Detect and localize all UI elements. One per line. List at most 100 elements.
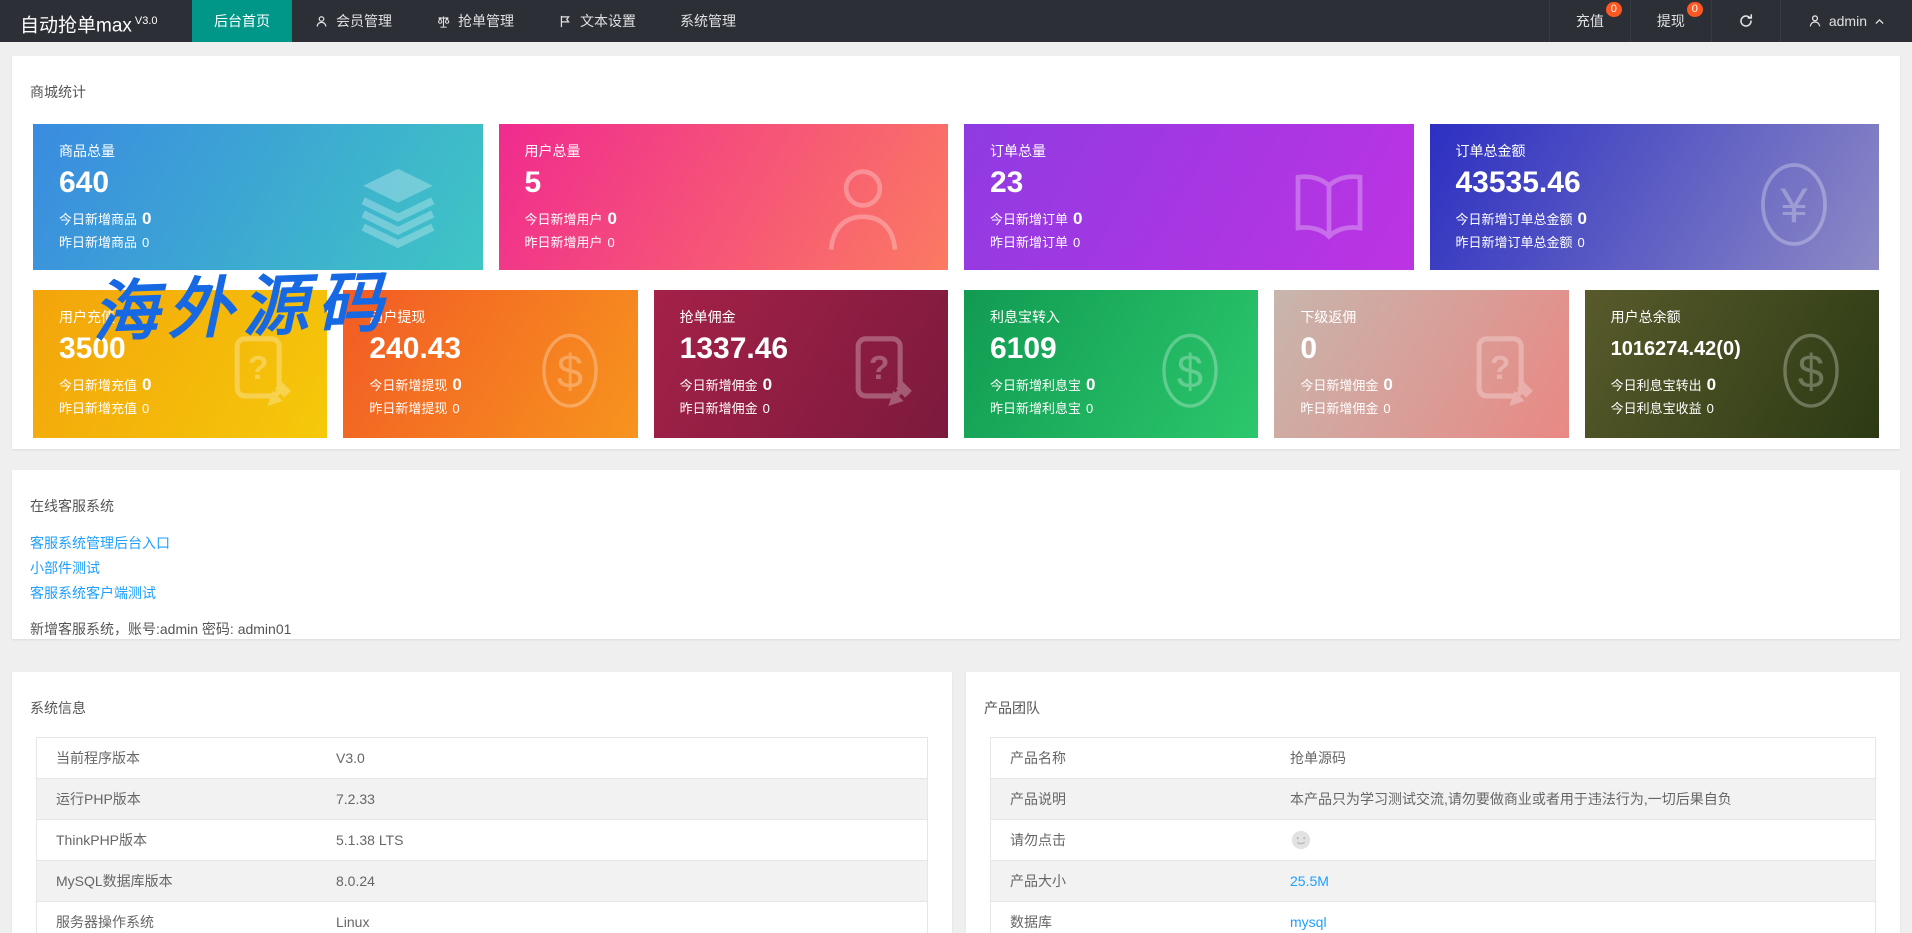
info-label: 运行PHP版本	[56, 791, 141, 807]
stat-card-today-label: 今日新增订单	[990, 212, 1069, 227]
stat-card-yesterday-label: 今日利息宝收益	[1610, 401, 1702, 416]
service-link[interactable]: 小部件测试	[30, 556, 1900, 581]
stat-card-yesterday-line: 昨日新增利息宝 0	[990, 397, 1258, 420]
service-note: 新增客服系统，账号:admin 密码: admin01	[30, 621, 292, 637]
info-value: V3.0	[336, 750, 365, 766]
stat-card-yesterday-value: 0	[1706, 401, 1714, 416]
stat-card-yesterday-label: 昨日新增利息宝	[989, 401, 1081, 416]
stat-card-label: 商品总量	[59, 143, 115, 159]
info-label: 服务器操作系统	[56, 914, 154, 930]
stats-cards-row2: 用户充值 3500 今日新增充值 0 昨日新增充值 0 ? 用户提现 240.43 …	[12, 290, 1900, 438]
info-value: mysql	[1271, 902, 1876, 933]
stat-card-today-label: 今日新增利息宝	[989, 378, 1081, 393]
stat-card-today-label: 今日新增用户	[524, 212, 603, 227]
withdraw-button[interactable]: 提现 0	[1629, 0, 1711, 42]
stat-card-today-value: 0	[452, 375, 462, 394]
stat-card-yesterday-line: 昨日新增用户 0	[525, 231, 949, 254]
stat-card-value: 3500	[59, 332, 126, 365]
service-links: 客服系统管理后台入口 小部件测试 客服系统客户端测试	[12, 516, 1900, 606]
menu-item-text-settings[interactable]: 文本设置	[536, 0, 658, 42]
stat-card-value: 23	[990, 166, 1024, 199]
stat-card-yesterday-line: 昨日新增佣金 0	[1300, 397, 1568, 420]
stat-card-today-value: 0	[1073, 209, 1083, 228]
info-value: 8.0.24	[336, 873, 375, 889]
page: 自动抢单max V3.0 后台首页 会员管理 抢单管理 文本设置 系统管理 充值 0 提现 0 …	[0, 0, 1912, 933]
refresh-button[interactable]	[1710, 0, 1780, 42]
recharge-label: 充值	[1575, 13, 1604, 29]
recharge-badge: 0	[1605, 2, 1622, 17]
stat-card-yesterday-line: 昨日新增佣金 0	[680, 397, 948, 420]
stat-card: 订单总金额 43535.46 今日新增订单总金额 0 昨日新增订单总金额 0 ¥	[1429, 124, 1880, 270]
stat-card-yesterday-label: 昨日新增用户	[524, 235, 603, 250]
info-value-link[interactable]: mysql	[1290, 914, 1327, 930]
stat-card-label: 抢单佣金	[679, 309, 736, 325]
info-value-link[interactable]: 25.5M	[1290, 873, 1329, 889]
stat-card-value: 240.43	[369, 332, 462, 365]
service-panel: 在线客服系统 客服系统管理后台入口 小部件测试 客服系统客户端测试 新增客服系统，账…	[12, 470, 1900, 639]
stat-card-today-line: 今日新增订单 0	[990, 207, 1414, 231]
stat-card-yesterday-value: 0	[1073, 235, 1081, 250]
stat-card-today-value: 0	[1086, 375, 1096, 394]
stat-card-today-line: 今日新增利息宝 0	[990, 373, 1258, 397]
stat-card-yesterday-value: 0	[142, 235, 150, 250]
info-value: 25.5M	[1271, 861, 1876, 902]
menu-item-order-manage[interactable]: 抢单管理	[414, 0, 536, 42]
stat-card-today-value: 0	[142, 209, 152, 228]
stat-card-yesterday-line: 今日利息宝收益 0	[1611, 397, 1879, 420]
stat-card-yesterday-label: 昨日新增订单	[990, 235, 1069, 250]
stat-card-body: 利息宝转入 6109 今日新增利息宝 0 昨日新增利息宝 0	[964, 290, 1258, 420]
stat-card-body: 订单总量 23 今日新增订单 0 昨日新增订单 0	[964, 124, 1414, 254]
stat-card-today-label: 今日新增商品	[59, 212, 138, 227]
withdraw-label: 提现	[1656, 13, 1685, 29]
info-label: 产品说明	[1010, 791, 1066, 807]
stat-card-body: 订单总金额 43535.46 今日新增订单总金额 0 昨日新增订单总金额 0	[1430, 124, 1880, 254]
stat-card-label: 用户总余额	[1610, 309, 1681, 325]
stat-card-body: 商品总量 640 今日新增商品 0 昨日新增商品 0	[33, 124, 483, 254]
stats-cards-row1: 商品总量 640 今日新增商品 0 昨日新增商品 0 用户总量 5 今日新增用户 0 …	[12, 124, 1900, 270]
stat-card-today-line: 今日新增商品 0	[59, 207, 483, 231]
menu-item-home[interactable]: 后台首页	[192, 0, 292, 42]
stat-card-value: 1337.46	[679, 332, 789, 365]
stat-card-body: 用户充值 3500 今日新增充值 0 昨日新增充值 0	[33, 290, 327, 420]
stat-card: 用户充值 3500 今日新增充值 0 昨日新增充值 0 ?	[33, 290, 328, 438]
user-menu[interactable]: admin	[1779, 0, 1912, 42]
stat-card-yesterday-label: 昨日新增充值	[59, 401, 138, 416]
stat-card-yesterday-label: 昨日新增订单总金额	[1455, 235, 1573, 250]
recharge-button[interactable]: 充值 0	[1548, 0, 1630, 42]
do-not-click-icon[interactable]	[1290, 829, 1874, 851]
stat-card-today-line: 今日新增提现 0	[369, 373, 637, 397]
menu-item-label: 后台首页	[214, 13, 270, 29]
app-version: V3.0	[134, 15, 158, 27]
stat-card-body: 用户提现 240.43 今日新增提现 0 昨日新增提现 0	[343, 290, 637, 420]
stat-card-today-value: 0	[1577, 209, 1587, 228]
stat-card: 订单总量 23 今日新增订单 0 昨日新增订单 0	[964, 124, 1414, 270]
stat-card-today-label: 今日新增充值	[59, 378, 138, 393]
table-row: 请勿点击	[990, 820, 1876, 861]
table-row: 产品说明 本产品只为学习测试交流,请勿要做商业或者用于违法行为,一切后果自负	[990, 778, 1876, 820]
stat-card: 利息宝转入 6109 今日新增利息宝 0 昨日新增利息宝 0 $	[963, 290, 1259, 438]
chevron-up-icon	[1873, 15, 1886, 28]
stat-card-label: 用户提现	[369, 309, 426, 325]
main-menu: 后台首页 会员管理 抢单管理 文本设置 系统管理	[192, 0, 758, 42]
service-link[interactable]: 客服系统管理后台入口	[30, 531, 1900, 556]
stat-card-yesterday-line: 昨日新增提现 0	[369, 397, 637, 420]
menu-item-system-manage[interactable]: 系统管理	[658, 0, 758, 42]
info-value: 5.1.38 LTS	[336, 832, 404, 848]
user-icon	[314, 14, 329, 29]
stat-card-today-value: 0	[1706, 375, 1717, 394]
stat-card-yesterday-label: 昨日新增佣金	[1300, 401, 1379, 416]
refresh-icon	[1738, 13, 1754, 29]
menu-item-members[interactable]: 会员管理	[292, 0, 414, 42]
top-navbar: 自动抢单max V3.0 后台首页 会员管理 抢单管理 文本设置 系统管理 充值 0 提现 0 …	[0, 0, 1912, 42]
stat-card-yesterday-value: 0	[452, 401, 460, 416]
stat-card-today-label: 今日新增佣金	[679, 378, 758, 393]
stat-card-yesterday-value: 0	[1383, 401, 1391, 416]
stat-card-today-label: 今日新增提现	[369, 378, 448, 393]
table-row: 当前程序版本 V3.0	[36, 738, 928, 779]
info-value	[1271, 820, 1876, 861]
info-value: Linux	[336, 914, 370, 930]
product-team-table: 产品名称 抢单源码 产品说明 本产品只为学习测试交流,请勿要做商业或者用于违法行为,一…	[990, 737, 1876, 933]
stat-card-today-value: 0	[1383, 375, 1393, 394]
info-value: 本产品只为学习测试交流,请勿要做商业或者用于违法行为,一切后果自负	[1290, 791, 1732, 807]
service-link[interactable]: 客服系统客户端测试	[30, 581, 1900, 606]
